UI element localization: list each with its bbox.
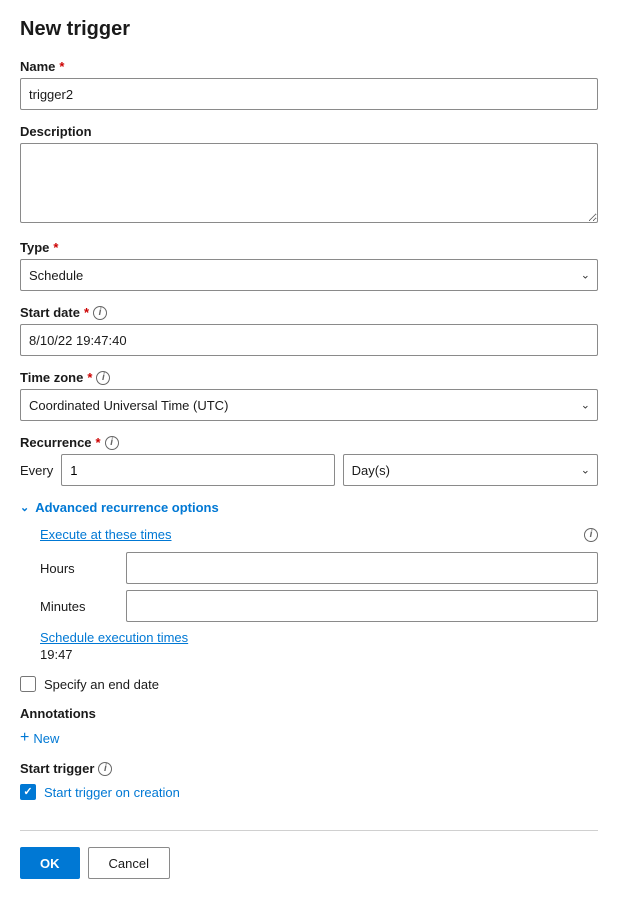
recurrence-label: Recurrence * i	[20, 435, 598, 450]
name-label: Name *	[20, 59, 598, 74]
description-label: Description	[20, 124, 598, 139]
end-date-checkbox[interactable]	[20, 676, 36, 692]
schedule-section: Schedule execution times 19:47	[40, 630, 598, 662]
name-label-text: Name	[20, 59, 55, 74]
start-date-input[interactable]	[20, 324, 598, 356]
start-date-required-star: *	[84, 305, 89, 320]
timezone-field-group: Time zone * i Coordinated Universal Time…	[20, 370, 598, 421]
type-label-text: Type	[20, 240, 49, 255]
advanced-section: ⌄ Advanced recurrence options Execute at…	[20, 500, 598, 662]
end-date-label: Specify an end date	[44, 677, 159, 692]
type-field-group: Type * Schedule Tumbling Window Event ⌄	[20, 240, 598, 291]
description-field-group: Description	[20, 124, 598, 226]
start-trigger-label: Start trigger i	[20, 761, 598, 776]
annotations-label: Annotations	[20, 706, 598, 721]
recurrence-info-icon[interactable]: i	[105, 436, 119, 450]
start-trigger-on-creation-label: Start trigger on creation	[44, 785, 180, 800]
timezone-required-star: *	[87, 370, 92, 385]
ok-button[interactable]: OK	[20, 847, 80, 879]
type-label: Type *	[20, 240, 598, 255]
execute-header: Execute at these times i	[40, 527, 598, 542]
execute-info-icon[interactable]: i	[584, 528, 598, 542]
start-trigger-info-icon[interactable]: i	[98, 762, 112, 776]
new-annotation-button[interactable]: + New	[20, 729, 59, 747]
recurrence-every-label: Every	[20, 463, 53, 478]
minutes-row: Minutes	[40, 590, 598, 622]
footer-divider	[20, 830, 598, 831]
timezone-label-text: Time zone	[20, 370, 83, 385]
recurrence-row: Every Day(s) Hour(s) Minute(s) Week(s) M…	[20, 454, 598, 486]
start-trigger-label-text: Start trigger	[20, 761, 94, 776]
timezone-select[interactable]: Coordinated Universal Time (UTC)	[20, 389, 598, 421]
advanced-toggle-label: Advanced recurrence options	[35, 500, 219, 515]
description-input[interactable]	[20, 143, 598, 223]
footer-buttons: OK Cancel	[20, 847, 598, 879]
type-select-wrapper: Schedule Tumbling Window Event ⌄	[20, 259, 598, 291]
start-date-info-icon[interactable]: i	[93, 306, 107, 320]
name-field-group: Name *	[20, 59, 598, 110]
execute-link[interactable]: Execute at these times	[40, 527, 172, 542]
start-date-label-text: Start date	[20, 305, 80, 320]
start-trigger-checkbox[interactable]: ✓	[20, 784, 36, 800]
timezone-info-icon[interactable]: i	[96, 371, 110, 385]
recurrence-unit-select[interactable]: Day(s) Hour(s) Minute(s) Week(s) Month(s…	[343, 454, 598, 486]
advanced-chevron-icon: ⌄	[20, 501, 29, 514]
start-trigger-section: Start trigger i ✓ Start trigger on creat…	[20, 761, 598, 800]
type-required-star: *	[53, 240, 58, 255]
checkmark-icon: ✓	[23, 787, 32, 798]
recurrence-label-text: Recurrence	[20, 435, 92, 450]
recurrence-number-input[interactable]	[61, 454, 334, 486]
recurrence-required-star: *	[96, 435, 101, 450]
type-select[interactable]: Schedule Tumbling Window Event	[20, 259, 598, 291]
advanced-toggle[interactable]: ⌄ Advanced recurrence options	[20, 500, 598, 515]
page-title: New trigger	[20, 18, 598, 41]
minutes-input[interactable]	[126, 590, 598, 622]
hours-row: Hours	[40, 552, 598, 584]
annotations-section: Annotations + New	[20, 706, 598, 747]
hours-label: Hours	[40, 561, 120, 576]
start-trigger-checkbox-row: ✓ Start trigger on creation	[20, 784, 598, 800]
execute-section: Execute at these times i Hours Minutes S…	[20, 527, 598, 662]
end-date-row: Specify an end date	[20, 676, 598, 692]
schedule-time: 19:47	[40, 647, 598, 662]
start-date-field-group: Start date * i	[20, 305, 598, 356]
start-date-label: Start date * i	[20, 305, 598, 320]
description-label-text: Description	[20, 124, 92, 139]
minutes-label: Minutes	[40, 599, 120, 614]
plus-icon: +	[20, 729, 29, 747]
cancel-button[interactable]: Cancel	[88, 847, 170, 879]
recurrence-unit-wrapper: Day(s) Hour(s) Minute(s) Week(s) Month(s…	[343, 454, 598, 486]
schedule-link[interactable]: Schedule execution times	[40, 630, 188, 645]
recurrence-field-group: Recurrence * i Every Day(s) Hour(s) Minu…	[20, 435, 598, 486]
name-input[interactable]	[20, 78, 598, 110]
new-annotation-label: New	[33, 731, 59, 746]
timezone-select-wrapper: Coordinated Universal Time (UTC) ⌄	[20, 389, 598, 421]
timezone-label: Time zone * i	[20, 370, 598, 385]
name-required-star: *	[59, 59, 64, 74]
hours-input[interactable]	[126, 552, 598, 584]
